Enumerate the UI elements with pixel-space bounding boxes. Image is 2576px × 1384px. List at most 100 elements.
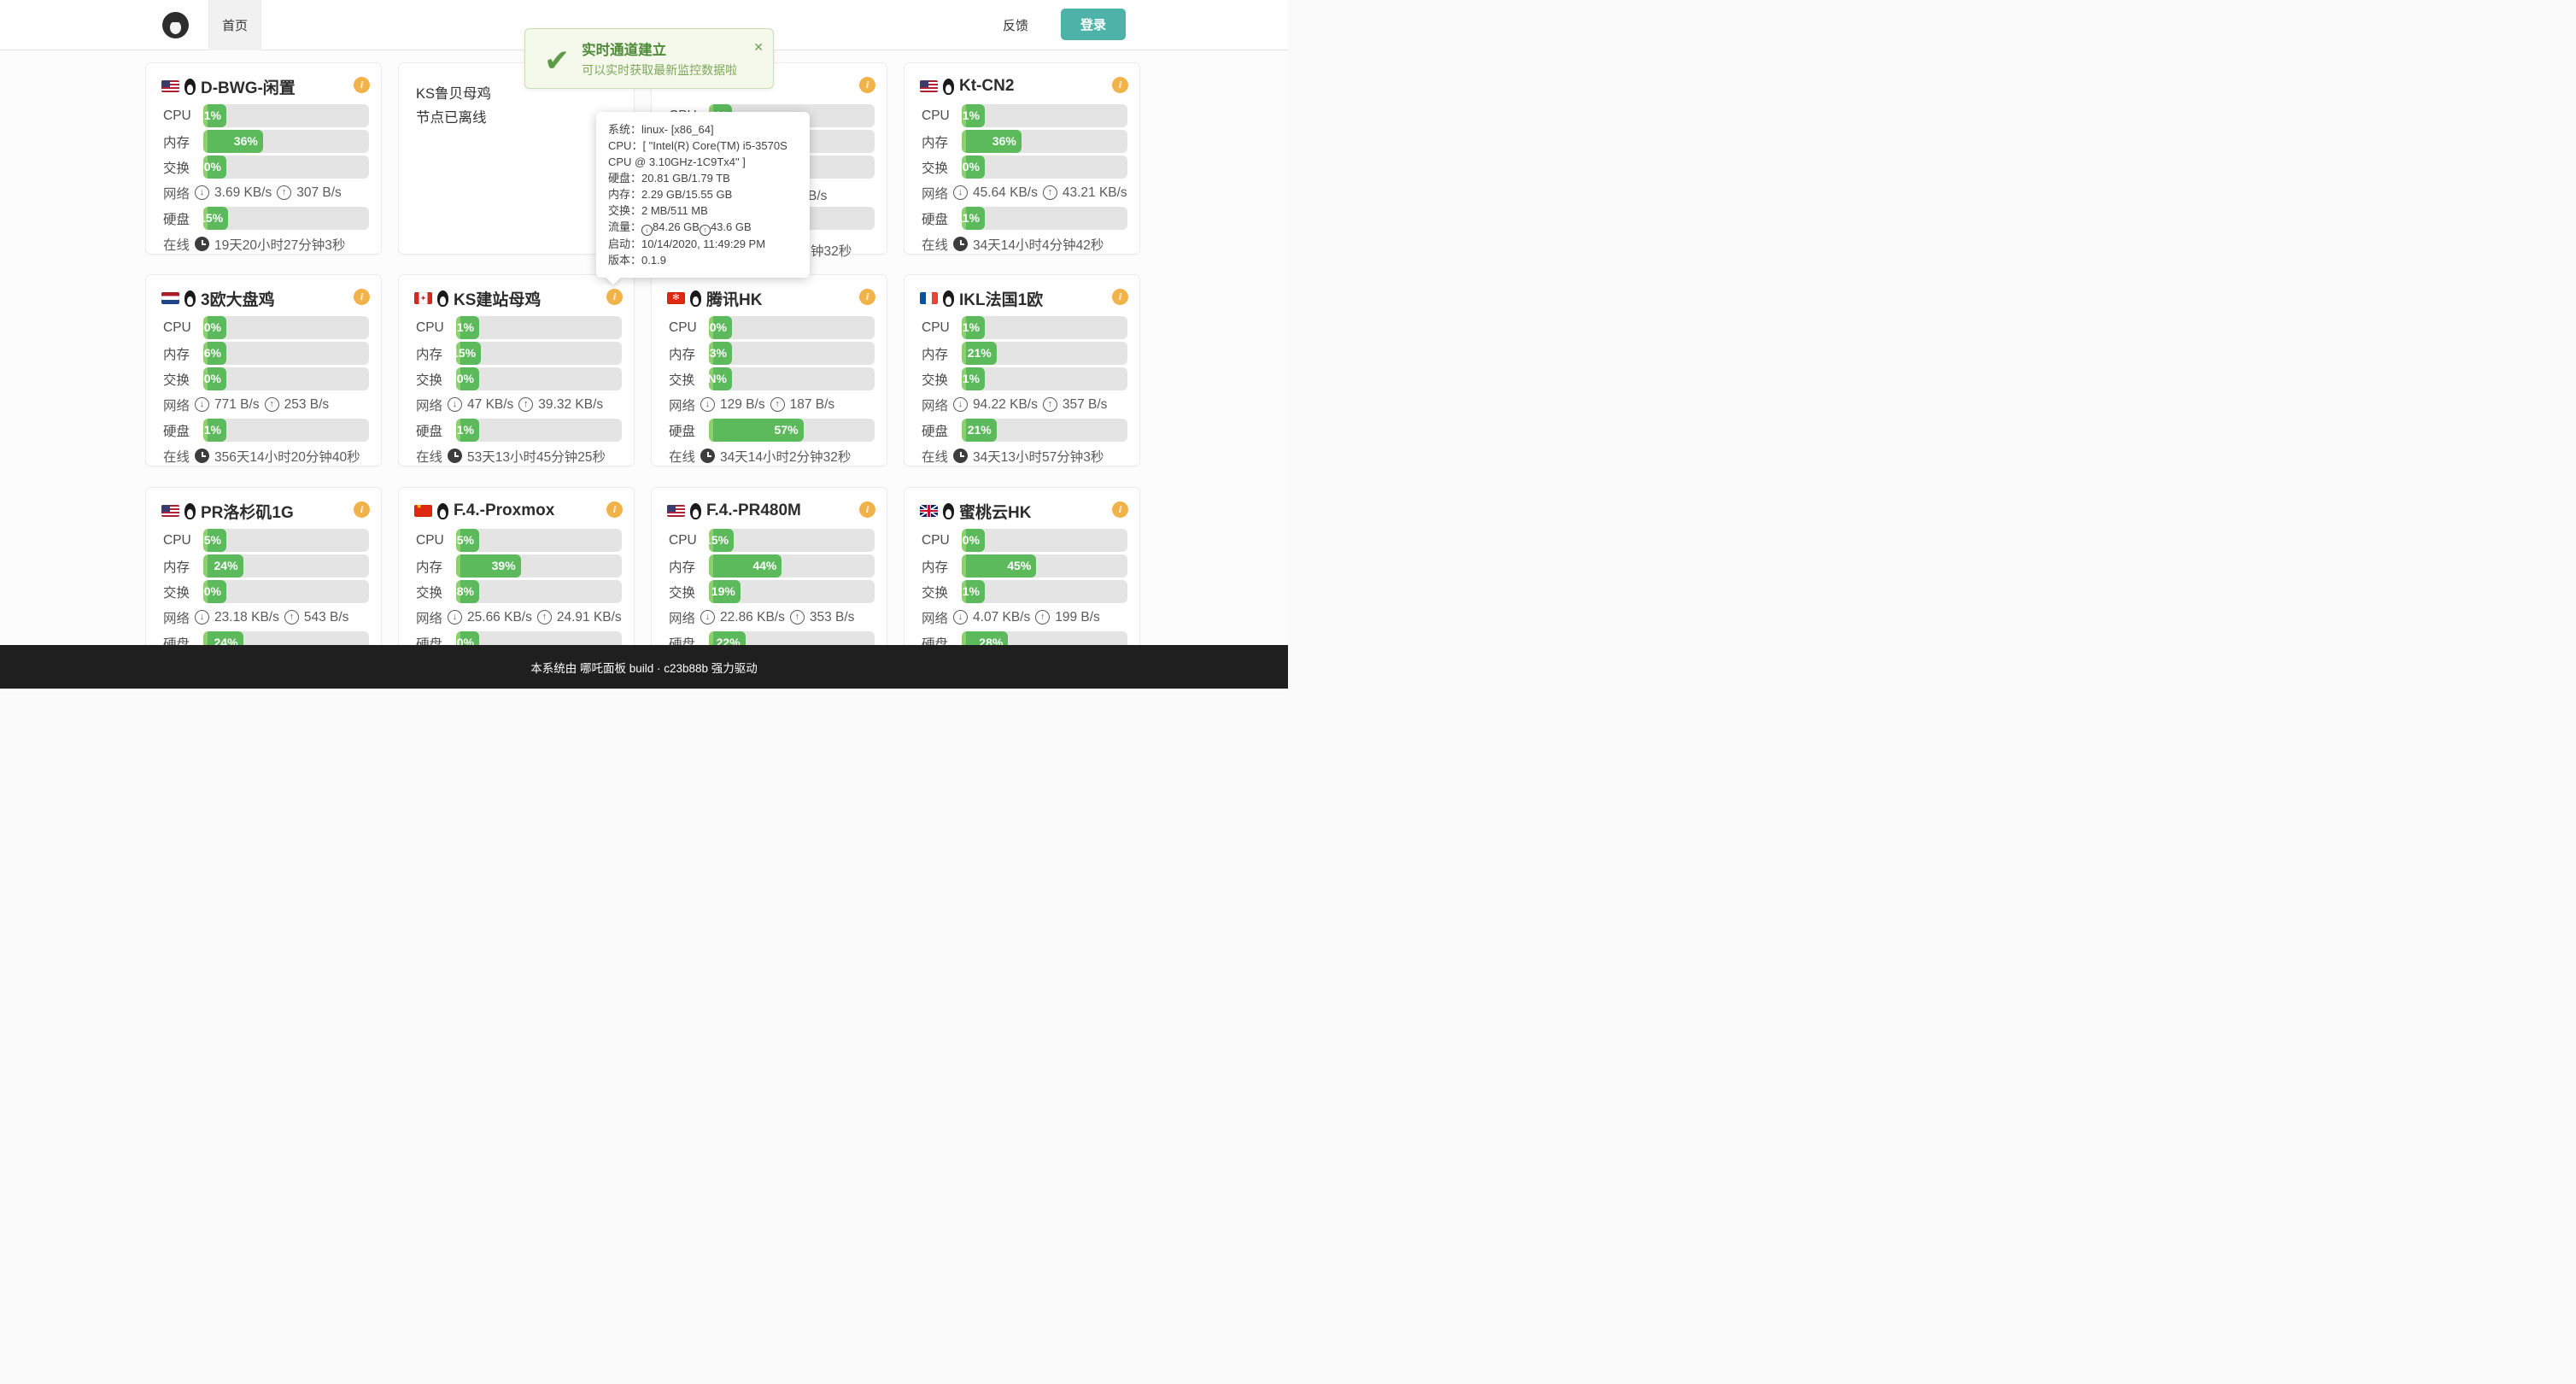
net-up-value: 353 B/s [810,610,855,625]
linux-tux-icon [689,290,702,307]
disk-bar-fill: 21% [962,419,997,442]
mem-bar-track: 3% [709,342,875,365]
info-icon[interactable]: i [354,289,370,305]
tooltip-row-label: 流量： [608,220,641,233]
download-arrow-icon: ↓ [195,610,209,625]
online-row: 在线34天13小时57分钟3秒 [922,444,1127,467]
swap-bar-value: 0% [963,155,980,179]
cpu-bar-value: 1% [963,104,980,127]
online-label: 在线 [163,235,190,254]
info-icon[interactable]: i [354,501,370,518]
tooltip-row: 流量：↓84.26 GB↑43.6 GB [608,219,798,236]
net-label: 网络 [163,184,190,202]
disk-bar-fill: 57% [709,419,804,442]
mem-bar-track: 36% [962,130,1127,153]
cpu-row: CPU0% [163,316,369,339]
cpu-row: CPU5% [416,529,622,552]
cpu-bar-fill: 0% [709,316,732,339]
network-text-fragment: B/s [808,189,827,204]
login-button[interactable]: 登录 [1061,9,1126,40]
swap-bar-value: 1% [963,367,980,390]
disk-label: 硬盘 [163,421,203,440]
server-name: 蜜桃云HK [959,500,1031,523]
download-arrow-icon: ↓ [700,610,715,625]
info-icon[interactable]: i [1112,77,1128,93]
server-name: F.4.-Proxmox [454,501,554,520]
upload-arrow-icon: ↑ [265,397,279,412]
disk-bar-value: 1% [204,419,221,442]
net-up-value: 543 B/s [304,610,349,625]
disk-bar-track: 1% [203,419,369,442]
download-arrow-icon: ↓ [448,397,462,412]
server-name: 腾讯HK [706,287,762,310]
info-icon[interactable]: i [606,501,623,518]
cpu-label: CPU [163,533,203,548]
card-header: 3欧大盘鸡 [161,288,347,308]
disk-bar-track: 15% [203,207,369,230]
mem-label: 内存 [163,557,203,576]
disk-bar-track: 1% [456,419,622,442]
cpu-bar-fill: 1% [456,316,479,339]
site-logo-avatar[interactable] [162,12,189,38]
tab-home[interactable]: 首页 [208,0,261,50]
info-icon[interactable]: i [354,77,370,93]
tooltip-row: 硬盘：20.81 GB/1.79 TB [608,170,798,186]
tooltip-row-label: 内存： [608,188,641,201]
download-arrow-icon: ↓ [195,397,209,412]
info-icon[interactable]: i [1112,501,1128,518]
clock-icon [195,237,209,251]
swap-label: 交换 [922,158,962,177]
net-row: 网络↓4.07 KB/s↑199 B/s [922,606,1127,629]
net-label: 网络 [922,608,948,627]
upload-arrow-icon: ↑ [1043,185,1057,200]
disk-label: 硬盘 [163,209,203,228]
mem-bar-fill: 39% [456,554,521,578]
swap-row: 交换0% [416,367,622,390]
uptime-value: 34天13小时57分钟3秒 [973,447,1104,466]
mem-row: 内存36% [163,130,369,153]
server-name: IKL法国1欧 [959,287,1043,310]
server-card: 腾讯HKiCPU0%内存3%交换NaN%网络↓129 B/s↑187 B/s硬盘… [651,274,887,466]
server-card: IKL法国1欧iCPU1%内存21%交换1%网络↓94.22 KB/s↑357 … [904,274,1140,466]
server-name: KS鲁贝母鸡 [416,82,491,103]
swap-row: 交换0% [163,155,369,179]
tooltip-row-value: linux- [x86_64] [641,123,714,136]
card-header: IKL法国1欧 [920,288,1105,308]
mem-bar-track: 15% [456,342,622,365]
swap-label: 交换 [416,583,456,601]
server-name: F.4.-PR480M [706,501,801,520]
info-icon[interactable]: i [859,501,875,518]
mem-label: 内存 [669,344,709,363]
toast-close-icon[interactable]: ✕ [753,41,764,53]
swap-bar-value: 0% [204,367,221,390]
country-flag-icon-hk [667,292,685,304]
mem-bar-fill: 36% [962,130,1022,153]
swap-row: 交换1% [922,367,1127,390]
swap-bar-track: 0% [456,367,622,390]
server-name: 3欧大盘鸡 [201,287,275,310]
disk-bar-fill: 11% [962,207,985,230]
net-label: 网络 [669,608,695,627]
tooltip-row: 交换：2 MB/511 MB [608,202,798,219]
stats-rows: CPU1%内存21%交换1%网络↓94.22 KB/s↑357 B/s硬盘21%… [922,316,1127,470]
footer: 本系统由 哪吒面板 build · c23b88b 强力驱动 [0,645,1288,689]
info-icon[interactable]: i [859,77,875,93]
net-label: 网络 [922,396,948,414]
uptime-value: 34天14小时2分钟32秒 [720,447,851,466]
net-label: 网络 [416,396,442,414]
info-icon[interactable]: i [1112,289,1128,305]
download-arrow-icon: ↓ [953,185,968,200]
tooltip-row-value: 2.29 GB/15.55 GB [641,188,732,201]
tooltip-row-value: 10/14/2020, 11:49:29 PM [641,238,765,250]
tooltip-row: 启动：10/14/2020, 11:49:29 PM [608,236,798,252]
disk-bar-track: 57% [709,419,875,442]
linux-tux-icon [689,503,702,519]
online-label: 在线 [163,447,190,466]
swap-row: 交换8% [416,580,622,603]
tooltip-row: 内存：2.29 GB/15.55 GB [608,186,798,202]
cpu-label: CPU [922,533,962,548]
nav-feedback-link[interactable]: 反馈 [1003,0,1028,50]
info-icon[interactable]: i [606,289,623,305]
uptime-value: 53天13小时45分钟25秒 [467,447,606,466]
info-icon[interactable]: i [859,289,875,305]
